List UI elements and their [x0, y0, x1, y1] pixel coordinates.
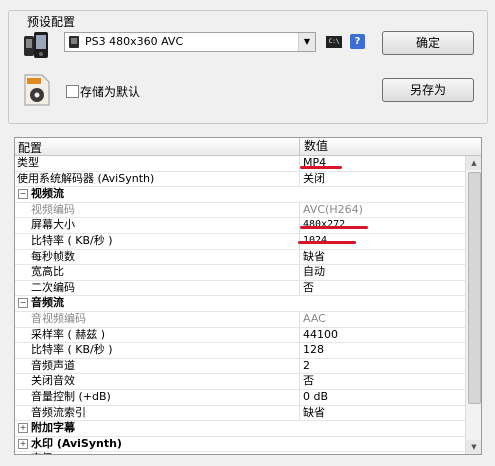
save-as-button[interactable]: 另存为: [382, 78, 474, 102]
category-label: 水印 (AviSynth): [31, 436, 122, 450]
category-label: 视频流: [31, 187, 64, 201]
collapse-icon[interactable]: −: [18, 298, 28, 309]
category-label: 高级: [31, 452, 53, 454]
annotation-underline-type: [300, 166, 342, 169]
property-rows: 类型 MP4 使用系统解码器 (AviSynth) 关闭 − 视频流 视频编码 A…: [15, 156, 465, 455]
category-subtitles[interactable]: + 附加字幕: [15, 421, 465, 437]
property-name: 音频流索引: [31, 405, 86, 419]
collapse-icon[interactable]: −: [18, 189, 28, 200]
property-name: 关闭音效: [31, 374, 75, 388]
scroll-down-icon[interactable]: ▼: [466, 440, 481, 454]
category-label: 音频流: [31, 296, 64, 310]
property-row[interactable]: 比特率 ( KB/秒 ) 128: [15, 343, 465, 359]
property-grid: 配置 数值 类型 MP4 使用系统解码器 (AviSynth) 关闭 − 视频流 …: [14, 137, 482, 455]
property-value[interactable]: 44100: [299, 327, 465, 343]
expand-icon[interactable]: +: [18, 454, 28, 455]
chevron-down-icon[interactable]: ▼: [298, 33, 315, 51]
property-row[interactable]: 宽高比 自动: [15, 265, 465, 281]
property-name: 屏幕大小: [31, 218, 75, 232]
property-row[interactable]: 音视频编码 AAC: [15, 311, 465, 328]
save-as-default-checkbox[interactable]: [66, 85, 79, 98]
mp4-file-icon: [24, 74, 50, 106]
category-label: 附加字幕: [31, 421, 75, 435]
property-name: 采样率 ( 赫兹 ): [31, 327, 106, 341]
property-value[interactable]: 2: [299, 358, 465, 374]
property-value[interactable]: 0 dB: [299, 389, 465, 405]
property-value[interactable]: 缺省: [299, 249, 465, 265]
property-grid-header: 配置 数值: [15, 138, 481, 156]
column-header-name: 配置: [18, 141, 43, 155]
property-name: 宽高比: [31, 265, 64, 279]
annotation-underline-size: [300, 226, 368, 229]
help-icon[interactable]: ?: [350, 34, 365, 49]
property-name: 比特率 ( KB/秒 ): [31, 343, 113, 357]
category-watermark[interactable]: + 水印 (AviSynth): [15, 437, 465, 453]
property-value[interactable]: 关闭: [299, 171, 465, 187]
property-name: 使用系统解码器 (AviSynth): [17, 171, 155, 185]
vertical-scrollbar[interactable]: ▲ ▼: [465, 156, 481, 454]
property-row[interactable]: 音量控制 (+dB) 0 dB: [15, 389, 465, 406]
confirm-button[interactable]: 确定: [382, 31, 474, 55]
property-row[interactable]: 音频声道 2: [15, 358, 465, 375]
property-row[interactable]: 音频流索引 缺省: [15, 405, 465, 422]
property-row[interactable]: 采样率 ( 赫兹 ) 44100: [15, 327, 465, 344]
property-name: 音视频编码: [31, 311, 86, 325]
column-header-value: 数值: [299, 138, 328, 155]
property-name: 类型: [17, 156, 39, 169]
preset-group-title: 预设配置: [23, 13, 80, 30]
property-name: 音频声道: [31, 358, 75, 372]
property-row[interactable]: 关闭音效 否: [15, 374, 465, 390]
annotation-underline-bitrate: [298, 241, 356, 244]
property-name: 每秒帧数: [31, 249, 75, 263]
scroll-up-icon[interactable]: ▲: [466, 156, 481, 170]
property-value[interactable]: 否: [299, 280, 465, 296]
property-value: AAC: [299, 311, 465, 327]
property-row[interactable]: 屏幕大小 480x272: [15, 218, 465, 234]
property-row[interactable]: 每秒帧数 缺省: [15, 249, 465, 266]
command-line-icon[interactable]: C:\: [326, 36, 342, 48]
save-as-default-label: 存储为默认: [80, 85, 141, 99]
property-value[interactable]: 128: [299, 343, 465, 358]
preset-dropdown-value: PS3 480x360 AVC: [85, 35, 184, 48]
property-name: 音量控制 (+dB): [31, 389, 111, 403]
preset-group: 预设配置: [8, 10, 488, 124]
property-row[interactable]: 视频编码 AVC(H264): [15, 202, 465, 219]
property-row[interactable]: 使用系统解码器 (AviSynth) 关闭: [15, 171, 465, 188]
preset-dropdown[interactable]: PS3 480x360 AVC ▼: [64, 32, 316, 52]
property-row[interactable]: 类型 MP4: [15, 156, 465, 172]
scrollbar-thumb[interactable]: [468, 172, 481, 404]
property-value[interactable]: 缺省: [299, 405, 465, 421]
property-value: AVC(H264): [299, 202, 465, 218]
device-icon: [69, 36, 79, 48]
device-preset-icon: [24, 32, 48, 58]
property-name: 二次编码: [31, 280, 75, 294]
expand-icon[interactable]: +: [18, 438, 28, 449]
property-name: 比特率 ( KB/秒 ): [31, 233, 113, 247]
category-advanced[interactable]: +高级: [15, 452, 465, 455]
property-name: 视频编码: [31, 202, 75, 216]
expand-icon[interactable]: +: [18, 423, 28, 434]
property-row[interactable]: 比特率 ( KB/秒 ) 1024: [15, 233, 465, 250]
category-video-stream[interactable]: − 视频流: [15, 187, 465, 203]
category-audio-stream[interactable]: − 音频流: [15, 296, 465, 312]
property-value[interactable]: 否: [299, 374, 465, 389]
property-row[interactable]: 二次编码 否: [15, 280, 465, 297]
property-value[interactable]: 自动: [299, 265, 465, 280]
